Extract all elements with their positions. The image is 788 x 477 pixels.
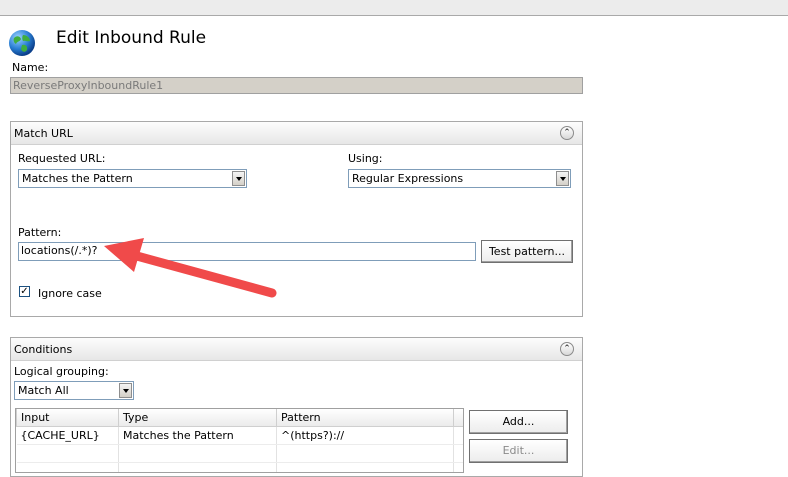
ignore-case-checkbox[interactable]: ✓ bbox=[19, 286, 30, 297]
cell-type: Matches the Pattern bbox=[118, 426, 277, 445]
add-condition-button[interactable]: Add... bbox=[469, 410, 568, 434]
ignore-case-label: Ignore case bbox=[38, 287, 102, 300]
cell-pattern: ^(https?):// bbox=[276, 426, 454, 445]
test-pattern-button[interactable]: Test pattern... bbox=[481, 240, 573, 263]
name-label: Name: bbox=[12, 61, 49, 74]
logical-grouping-label: Logical grouping: bbox=[14, 365, 109, 378]
annotation-arrow bbox=[104, 238, 277, 298]
name-field[interactable]: ReverseProxyInboundRule1 bbox=[10, 77, 583, 94]
page-title: Edit Inbound Rule bbox=[56, 28, 207, 48]
conditions-table[interactable]: Input Type Pattern {CACHE_URL} Matches t… bbox=[15, 408, 464, 473]
collapse-match-url-icon[interactable]: ⌃ bbox=[560, 126, 574, 140]
using-dropdown[interactable]: Regular Expressions bbox=[348, 169, 571, 188]
table-row-empty bbox=[16, 462, 463, 472]
match-url-header: Match URL ⌃ bbox=[11, 122, 582, 145]
column-header-filler bbox=[453, 409, 463, 427]
cell-input: {CACHE_URL} bbox=[16, 426, 119, 445]
top-bar bbox=[0, 0, 788, 16]
conditions-header: Conditions ⌃ bbox=[11, 338, 582, 361]
column-header-pattern[interactable]: Pattern bbox=[276, 409, 454, 427]
using-label: Using: bbox=[348, 152, 383, 165]
using-value: Regular Expressions bbox=[352, 172, 464, 185]
requested-url-dropdown[interactable]: Matches the Pattern bbox=[18, 169, 247, 188]
column-header-input[interactable]: Input bbox=[16, 409, 119, 427]
edit-condition-button[interactable]: Edit... bbox=[469, 439, 568, 463]
conditions-title: Conditions bbox=[14, 343, 73, 356]
chevron-down-icon[interactable] bbox=[119, 383, 132, 398]
requested-url-value: Matches the Pattern bbox=[22, 172, 133, 185]
chevron-down-icon[interactable] bbox=[232, 171, 245, 186]
chevron-down-icon[interactable] bbox=[556, 171, 569, 186]
logical-grouping-value: Match All bbox=[18, 384, 69, 397]
table-header-row: Input Type Pattern bbox=[16, 409, 463, 427]
collapse-conditions-icon[interactable]: ⌃ bbox=[560, 342, 574, 356]
requested-url-label: Requested URL: bbox=[18, 152, 106, 165]
globe-icon bbox=[9, 30, 35, 56]
table-row-empty bbox=[16, 444, 463, 463]
match-url-title: Match URL bbox=[14, 127, 73, 140]
logical-grouping-dropdown[interactable]: Match All bbox=[14, 381, 134, 400]
column-header-type[interactable]: Type bbox=[118, 409, 277, 427]
pattern-label: Pattern: bbox=[18, 226, 62, 239]
table-row[interactable]: {CACHE_URL} Matches the Pattern ^(https?… bbox=[16, 426, 463, 445]
